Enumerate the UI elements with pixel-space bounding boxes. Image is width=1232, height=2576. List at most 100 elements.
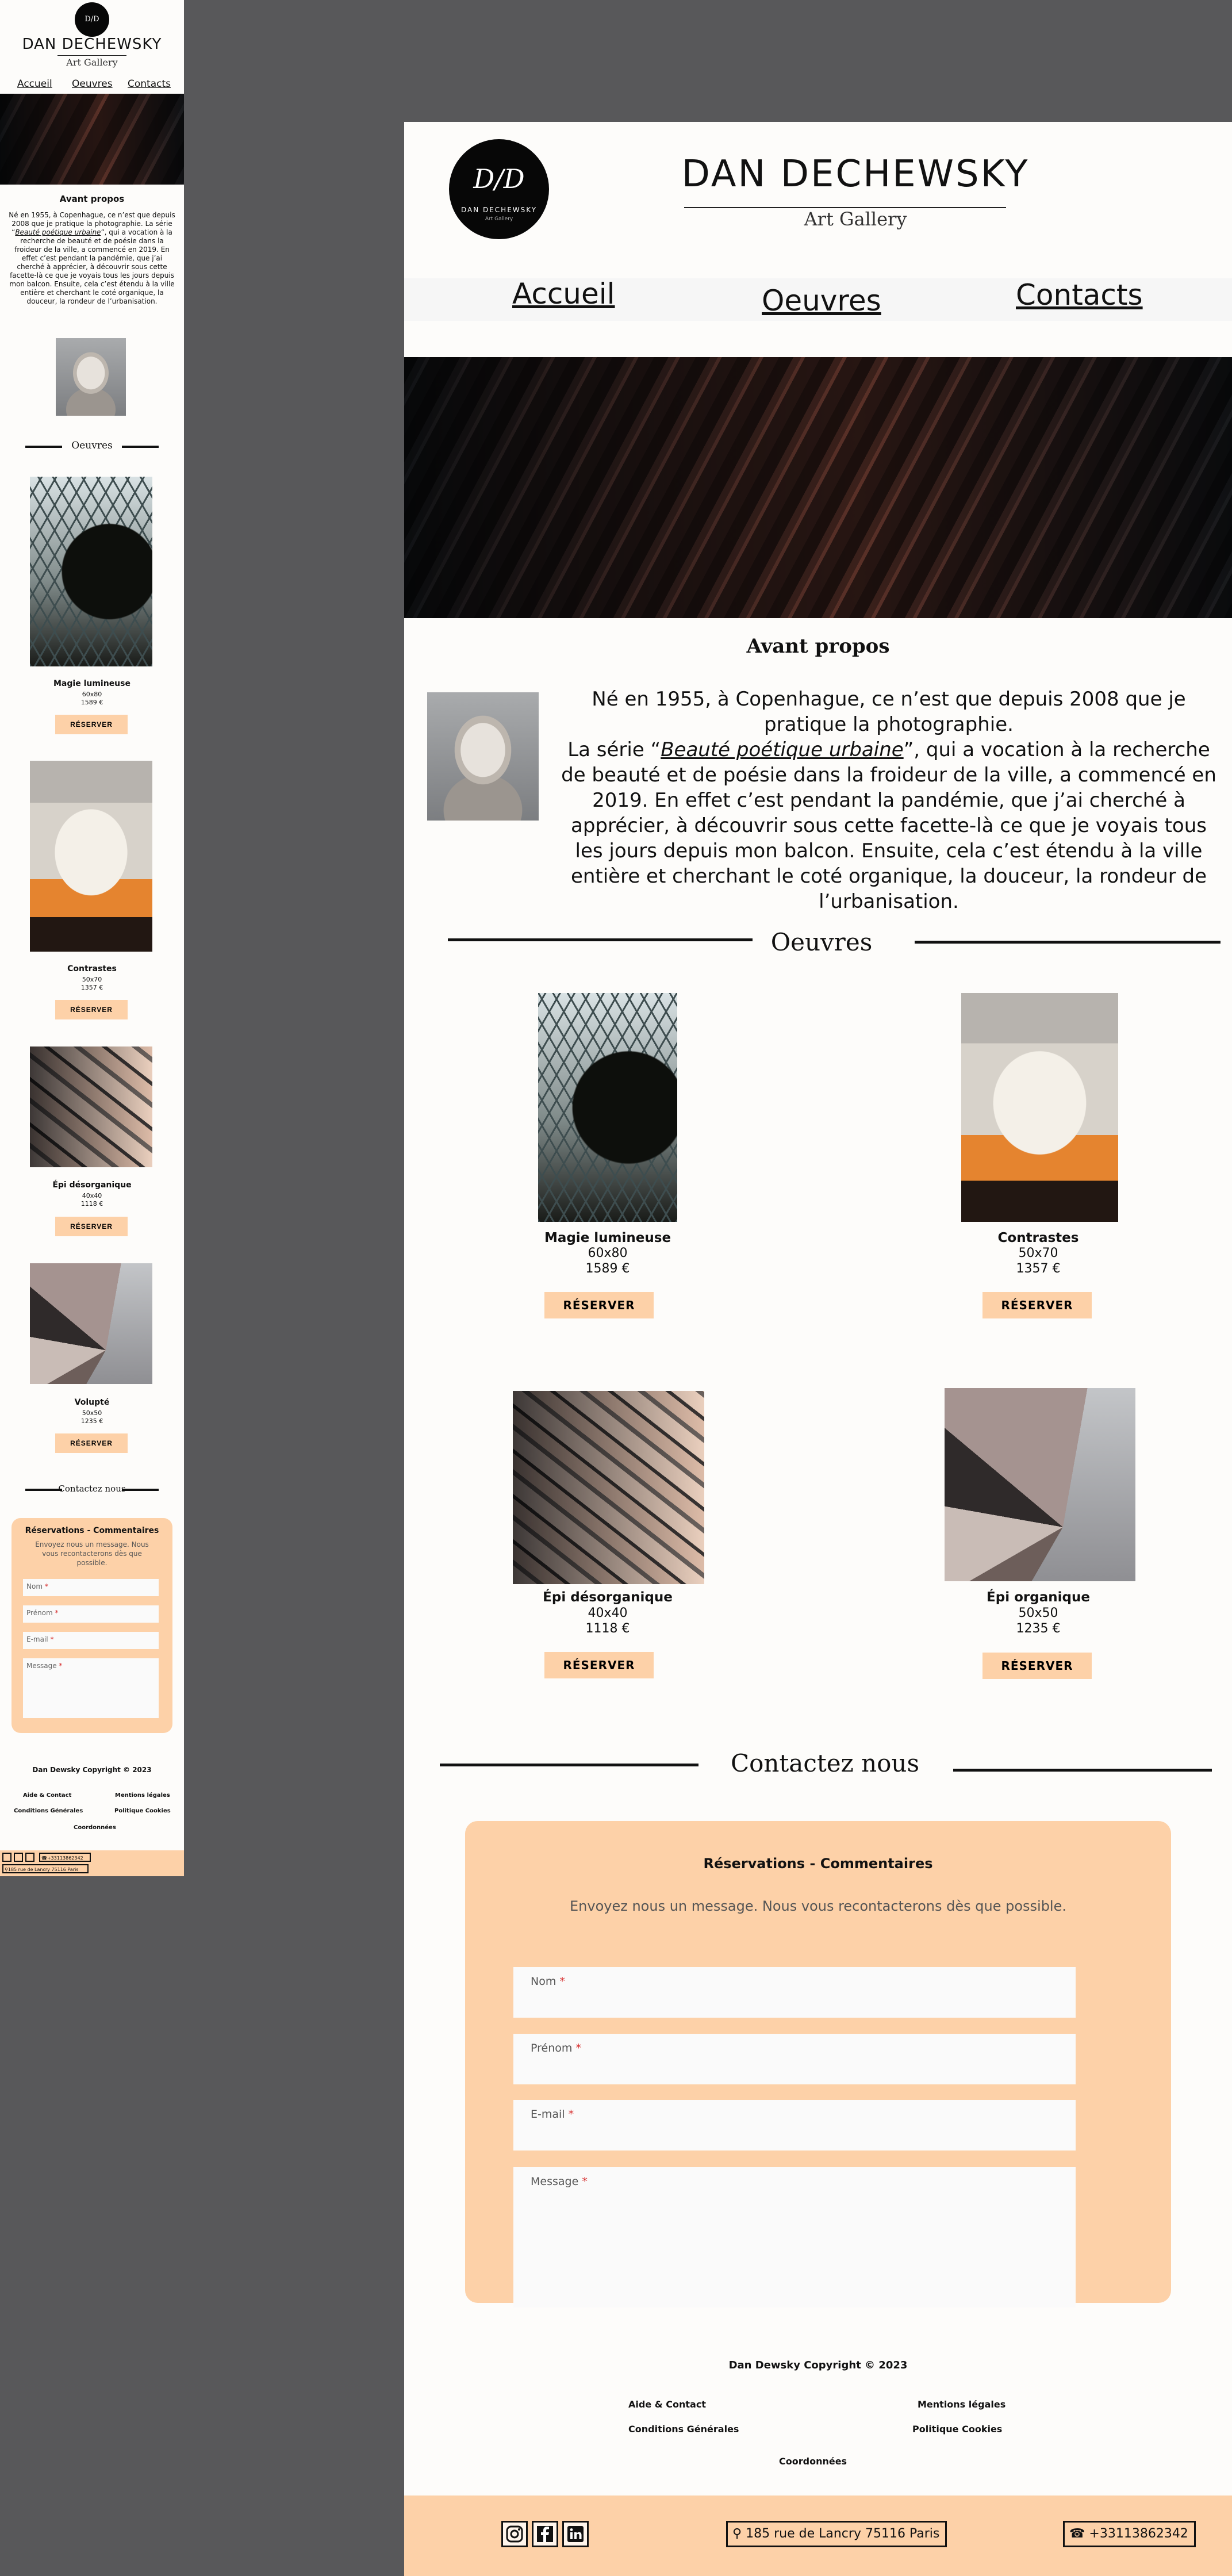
facebook-icon[interactable]: [14, 1853, 23, 1862]
prenom-label: Prénom: [531, 2042, 573, 2054]
instagram-icon[interactable]: [501, 2521, 528, 2547]
mobile-reserve-button[interactable]: RÉSERVER: [55, 1000, 128, 1019]
mobile-logo-monogram: D/D: [85, 15, 99, 24]
logo-subtitle: Art Gallery: [485, 216, 513, 222]
mobile-artwork-size: 50x50: [82, 1409, 102, 1417]
reserve-button[interactable]: RÉSERVER: [544, 1292, 654, 1318]
mobile-artwork-image[interactable]: [30, 1263, 152, 1384]
message-field[interactable]: Message *: [513, 2167, 1076, 2307]
reserve-button[interactable]: RÉSERVER: [982, 1653, 1092, 1679]
nom-field[interactable]: Nom *: [513, 1967, 1076, 2018]
main-nav: Accueil Oeuvres Contacts: [404, 277, 1232, 321]
required-mark: *: [575, 2042, 581, 2054]
hero-image: [404, 357, 1232, 618]
phone-icon: ☎: [1069, 2527, 1085, 2541]
mobile-artwork-image[interactable]: [30, 761, 152, 952]
nav-oeuvres[interactable]: Oeuvres: [762, 284, 881, 317]
mobile-address-box[interactable]: ⚲185 rue de Lancry 75116 Paris: [2, 1864, 89, 1873]
mobile-link-coordonnees[interactable]: Coordonnées: [74, 1824, 116, 1831]
mobile-artwork-price: 1235 €: [80, 1417, 103, 1425]
required-mark: *: [44, 1582, 48, 1590]
artwork-image-magie[interactable]: [538, 993, 677, 1222]
logo-name: DAN DECHEWSKY: [460, 206, 538, 214]
mobile-nav-contacts[interactable]: Contacts: [128, 78, 171, 90]
instagram-glyph: [506, 2525, 523, 2543]
mobile-form-intro: Envoyez nous un message. Nous vous recon…: [35, 1540, 149, 1567]
mobile-link-mentions[interactable]: Mentions légales: [115, 1792, 170, 1799]
artwork-name: Magie lumineuse: [544, 1230, 671, 1245]
mobile-site-subtitle: Art Gallery: [66, 57, 118, 68]
required-mark: *: [568, 2108, 574, 2121]
linkedin-icon[interactable]: [562, 2521, 589, 2547]
mobile-reserve-button[interactable]: RÉSERVER: [55, 1433, 128, 1453]
divider-line: [953, 1769, 1212, 1772]
link-mentions-legales[interactable]: Mentions légales: [918, 2399, 1005, 2410]
reserve-button[interactable]: RÉSERVER: [982, 1292, 1092, 1318]
mobile-phone-text: +33113862342: [47, 1856, 83, 1861]
mobile-prenom-field[interactable]: Prénom *: [23, 1605, 159, 1623]
artwork-name: Épi désorganique: [543, 1590, 673, 1605]
nav-contacts[interactable]: Contacts: [1016, 278, 1143, 312]
artwork-image-contrastes[interactable]: [961, 993, 1118, 1222]
nav-accueil[interactable]: Accueil: [512, 277, 615, 310]
phone-box[interactable]: ☎ +33113862342: [1063, 2521, 1196, 2547]
artwork-size: 50x70: [1018, 1246, 1058, 1260]
artwork-size: 60x80: [588, 1246, 628, 1260]
location-pin-icon: ⚲: [732, 2527, 742, 2541]
mobile-link-cookies[interactable]: Politique Cookies: [114, 1808, 171, 1814]
copyright: Dan Dewsky Copyright © 2023: [728, 2359, 908, 2371]
mobile-link-conditions[interactable]: Conditions Générales: [14, 1808, 83, 1814]
artwork-name: Épi organique: [987, 1590, 1090, 1605]
mobile-works-heading: Oeuvres: [0, 440, 184, 451]
works-heading: Oeuvres: [770, 928, 873, 956]
phone-text: +33113862342: [1089, 2527, 1188, 2541]
divider-line: [915, 941, 1221, 944]
mobile-artwork-image[interactable]: [30, 477, 152, 666]
mobile-copyright: Dan Dewsky Copyright © 2023: [32, 1766, 152, 1774]
site-logo[interactable]: D/D DAN DECHEWSKY Art Gallery: [449, 139, 549, 239]
mobile-email-field[interactable]: E-mail *: [23, 1632, 159, 1649]
about-text: Né en 1955, à Copenhague, ce n’est que d…: [558, 687, 1219, 914]
artwork-image-epi-desorganique[interactable]: [513, 1391, 704, 1584]
mobile-footer-bar: ☎+33113862342 ⚲185 rue de Lancry 75116 P…: [0, 1850, 184, 1876]
mobile-message-field[interactable]: Message *: [23, 1658, 159, 1718]
mobile-reserve-button[interactable]: RÉSERVER: [55, 1217, 128, 1236]
mobile-form-title: Réservations - Commentaires: [25, 1526, 159, 1535]
required-mark: *: [50, 1635, 54, 1643]
facebook-icon[interactable]: [532, 2521, 558, 2547]
address-box[interactable]: ⚲ 185 rue de Lancry 75116 Paris: [726, 2521, 947, 2547]
about-line1: Né en 1955, à Copenhague, ce n’est que d…: [592, 688, 1186, 736]
reserve-button[interactable]: RÉSERVER: [544, 1652, 654, 1678]
mobile-artwork-size: 60x80: [82, 691, 102, 698]
mobile-artwork-size: 40x40: [82, 1192, 102, 1199]
prenom-field[interactable]: Prénom *: [513, 2034, 1076, 2084]
mobile-nav-accueil[interactable]: Accueil: [17, 78, 52, 90]
about-line2: La série “Beauté poétique urbaine”, qui …: [558, 737, 1219, 914]
mobile-phone-box[interactable]: ☎+33113862342: [39, 1853, 91, 1862]
instagram-icon[interactable]: [2, 1853, 11, 1862]
link-politique-cookies[interactable]: Politique Cookies: [912, 2424, 1002, 2435]
artwork-image-epi-organique[interactable]: [945, 1388, 1135, 1581]
mobile-reserve-button[interactable]: RÉSERVER: [55, 715, 128, 734]
mobile-artwork-price: 1589 €: [80, 699, 103, 706]
desktop-page: D/D DAN DECHEWSKY Art Gallery DAN DECHEW…: [404, 122, 1232, 2576]
email-field[interactable]: E-mail *: [513, 2100, 1076, 2150]
mobile-artwork-image[interactable]: [30, 1046, 152, 1167]
artwork-price: 1118 €: [585, 1621, 630, 1636]
mobile-nom-field[interactable]: Nom *: [23, 1579, 159, 1596]
mobile-artwork-name: Contrastes: [67, 964, 117, 973]
form-intro: Envoyez nous un message. Nous vous recon…: [570, 1898, 1066, 1914]
mobile-link-aide[interactable]: Aide & Contact: [23, 1792, 71, 1799]
link-conditions-generales[interactable]: Conditions Générales: [628, 2424, 739, 2435]
mobile-logo[interactable]: D/D: [75, 2, 109, 37]
linkedin-icon[interactable]: [25, 1853, 34, 1862]
mobile-nav-oeuvres[interactable]: Oeuvres: [72, 78, 113, 90]
artwork-name: Contrastes: [997, 1230, 1079, 1245]
form-title: Réservations - Commentaires: [703, 1856, 933, 1872]
mobile-address-text: 185 rue de Lancry 75116 Paris: [7, 1867, 79, 1872]
mobile-artist-portrait: [56, 338, 126, 416]
artwork-size: 50x50: [1018, 1606, 1058, 1620]
link-coordonnees[interactable]: Coordonnées: [779, 2456, 847, 2467]
link-aide-contact[interactable]: Aide & Contact: [628, 2399, 706, 2410]
mobile-email-label: E-mail: [26, 1635, 48, 1643]
